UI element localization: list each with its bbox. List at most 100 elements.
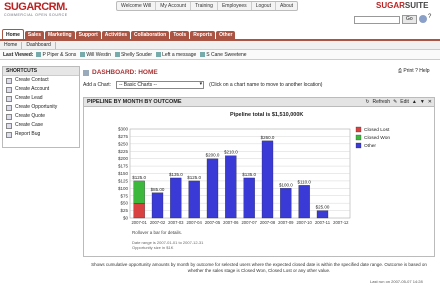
bar-total-label: $125.0 <box>132 175 146 180</box>
page-title-text: DASHBOARD: HOME <box>92 69 158 76</box>
logo-main-text: SUGARCRM. <box>4 1 68 13</box>
dashlet-description: Shows cumulative opportunity amounts by … <box>91 262 427 273</box>
bar-segment <box>316 210 329 219</box>
go-button[interactable]: Go <box>402 15 417 24</box>
x-tick-label: 2007-09 <box>278 220 294 225</box>
legend-label: Other <box>364 143 376 149</box>
legend-swatch <box>355 134 362 141</box>
chart-footnote: Date range is 2007-01-01 to 2007-12-31 O… <box>132 240 203 250</box>
create-quote-icon <box>6 113 12 120</box>
account-icon <box>36 52 42 57</box>
last-viewed-item-label: S Cane Sweetene <box>206 51 247 58</box>
bar-segment <box>225 155 237 219</box>
bar-segment <box>298 185 310 219</box>
bar-total-label: $110.0 <box>297 179 311 184</box>
bar-segment <box>170 177 182 219</box>
contact-icon <box>114 52 120 57</box>
shortcuts-panel: SHORTCUTS Create Contact Create Account … <box>2 66 80 148</box>
x-tick-label: 2007-10 <box>296 220 312 225</box>
y-tick-label: $125 <box>118 178 129 183</box>
bar-total-label: $260.0 <box>261 135 275 140</box>
bar-total-label: $25.00 <box>316 205 330 210</box>
last-viewed-bar: Last Viewed: P Piper & Sons Will Westin … <box>0 50 440 60</box>
last-viewed-item[interactable]: Will Westin <box>80 52 111 58</box>
help-link[interactable]: Help <box>419 68 429 74</box>
y-tick-label: $200 <box>118 156 129 161</box>
logout-link[interactable]: Logout <box>252 2 276 10</box>
page-title: DASHBOARD: HOME <box>83 69 158 76</box>
search-input[interactable] <box>354 15 400 24</box>
y-tick-label: $225 <box>118 149 129 154</box>
subnav-home[interactable]: Home <box>0 41 23 49</box>
print-link[interactable]: Print <box>403 68 413 74</box>
create-account-icon <box>6 86 12 93</box>
bar-total-label: $85.00 <box>151 187 165 192</box>
help-icon[interactable]: ? <box>428 14 431 20</box>
x-tick-label: 2007-06 <box>223 220 239 225</box>
bar-segment <box>133 180 145 204</box>
create-case-icon <box>6 122 12 129</box>
legend-label: Closed Won <box>364 135 390 141</box>
bar-total-label: $200.0 <box>206 153 220 158</box>
add-chart-row: Add a Chart: -- Basic Charts -- (Click o… <box>83 81 322 89</box>
dashboard-icon <box>83 69 89 76</box>
x-tick-label: 2007-12 <box>333 220 349 225</box>
legend-label: Closed Lost <box>364 127 390 133</box>
create-contact-icon <box>6 77 12 84</box>
shortcut-report-bug[interactable]: Report Bug <box>3 130 79 139</box>
shortcuts-title: SHORTCUTS <box>3 67 79 76</box>
call-icon <box>156 52 162 57</box>
logo-sub-text: COMMERCIAL OPEN SOURCE <box>4 13 68 17</box>
bar-segment <box>280 188 292 219</box>
last-viewed-item[interactable]: S Cane Sweetene <box>200 51 247 58</box>
shortcut-create-case[interactable]: Create Case <box>3 121 79 130</box>
last-run-text: Last run on 2007-05-07 14:28 <box>370 279 423 284</box>
shortcut-create-lead[interactable]: Create Lead <box>3 94 79 103</box>
shortcut-create-opportunity[interactable]: Create Opportunity <box>3 103 79 112</box>
help-circle-icon: ? <box>415 68 418 74</box>
y-tick-label: $275 <box>118 134 129 139</box>
y-tick-label: $0 <box>123 216 129 221</box>
sugarcrm-logo[interactable]: SUGARCRM. COMMERCIAL OPEN SOURCE <box>4 2 79 18</box>
shortcut-label: Create Opportunity <box>15 104 58 110</box>
shortcut-label: Create Quote <box>15 113 46 119</box>
opportunity-size-text: Opportunity size in $1K <box>132 245 174 250</box>
shortcut-label: Report Bug <box>15 131 41 137</box>
y-tick-label: $250 <box>118 141 129 146</box>
shortcut-label: Create Case <box>15 122 44 128</box>
bar-total-label: $135.0 <box>169 172 183 177</box>
last-viewed-item-label: P Piper & Sons <box>42 51 77 58</box>
sub-nav: Home Dashboard <box>0 41 440 50</box>
my-account-link[interactable]: My Account <box>156 2 192 10</box>
x-tick-label: 2007-08 <box>260 220 276 225</box>
last-viewed-item[interactable]: Shelly Souder <box>114 52 152 58</box>
y-tick-label: $150 <box>118 171 129 176</box>
page-actions: ⎙ Print ? Help <box>398 68 430 74</box>
bar-total-label: $210.0 <box>224 150 238 155</box>
subnav-dashboard[interactable]: Dashboard <box>22 41 56 49</box>
last-viewed-item[interactable]: P Piper & Sons <box>36 52 76 58</box>
bar-total-label: $100.0 <box>279 182 293 187</box>
shortcut-create-account[interactable]: Create Account <box>3 85 79 94</box>
shortcut-create-quote[interactable]: Create Quote <box>3 112 79 121</box>
bar-total-label: $125.0 <box>187 175 201 180</box>
y-tick-label: $50 <box>120 201 128 206</box>
gear-icon[interactable] <box>419 15 427 23</box>
shortcut-create-contact[interactable]: Create Contact <box>3 76 79 85</box>
bar-segment <box>133 203 145 219</box>
y-tick-label: $175 <box>118 164 129 169</box>
add-chart-select[interactable]: -- Basic Charts -- <box>116 81 205 89</box>
legend-swatch <box>355 142 362 149</box>
suite-logo-part1: SUGAR <box>376 1 405 10</box>
about-link[interactable]: About <box>276 2 297 10</box>
add-chart-label: Add a Chart: <box>83 82 112 88</box>
create-opportunity-icon <box>6 104 12 111</box>
employees-link[interactable]: Employees <box>218 2 252 10</box>
y-tick-label: $25 <box>120 208 128 213</box>
last-viewed-item[interactable]: Left a message <box>156 52 196 58</box>
search-row: Go <box>354 15 417 24</box>
y-tick-label: $300 <box>118 127 129 132</box>
training-link[interactable]: Training <box>191 2 218 10</box>
x-tick-label: 2007-02 <box>150 220 166 225</box>
last-viewed-label: Last Viewed: <box>3 51 34 58</box>
